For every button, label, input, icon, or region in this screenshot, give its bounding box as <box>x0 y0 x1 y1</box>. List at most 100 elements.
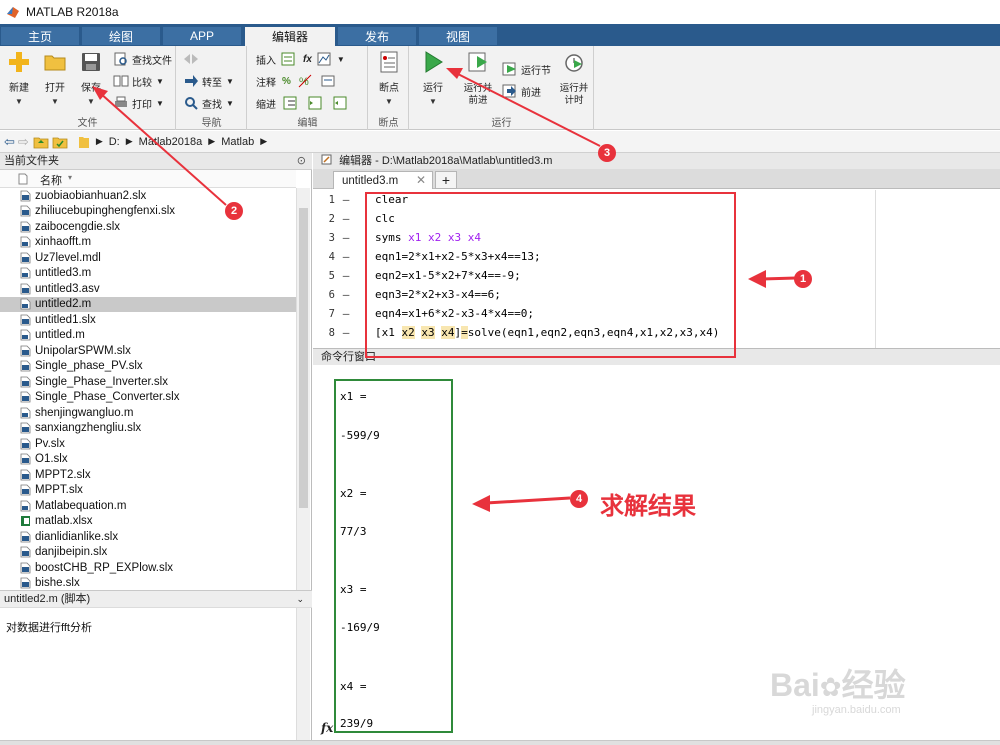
save-button[interactable]: 保存 ▼ <box>76 50 106 106</box>
panel-menu-icon[interactable]: ⊙ <box>297 153 306 170</box>
editor-tab-untitled3[interactable]: untitled3.m ✕ <box>333 171 433 189</box>
print-button[interactable]: 打印 ▼ <box>113 94 164 112</box>
file-list-item[interactable]: Single_Phase_Inverter.slx <box>0 374 296 390</box>
file-list-item[interactable]: xinhaofft.m <box>0 235 296 251</box>
goto-arrow-icon <box>185 75 198 87</box>
breakpoints-button[interactable]: 断点 ▼ <box>374 50 404 106</box>
file-slx-icon <box>20 205 31 217</box>
tab-plots[interactable]: 绘图 <box>81 26 161 46</box>
file-slx-icon <box>20 345 31 357</box>
insert-function-icon[interactable]: fx <box>303 54 312 65</box>
close-tab-icon[interactable]: ✕ <box>416 173 426 187</box>
tab-home[interactable]: 主页 <box>0 26 80 46</box>
run-play-icon <box>425 51 443 73</box>
file-name: O1.slx <box>35 453 68 466</box>
back-arrow-icon[interactable]: ⇦ <box>4 134 15 150</box>
file-list-item[interactable]: Pv.slx <box>0 436 296 452</box>
find-files-button[interactable]: 查找文件 <box>113 50 172 68</box>
file-list-item[interactable]: boostCHB_RP_EXPlow.slx <box>0 560 296 576</box>
run-button[interactable]: 运行 ▼ <box>418 50 448 106</box>
indent-button[interactable]: 缩进 <box>256 94 351 112</box>
file-list-item[interactable]: Matlabequation.m <box>0 498 296 514</box>
tab-editor[interactable]: 编辑器 <box>244 26 336 46</box>
breadcrumb-matlab2018a[interactable]: Matlab2018a <box>139 136 203 148</box>
chevron-down-icon: ▼ <box>385 97 393 106</box>
uncomment-icon[interactable]: % <box>297 73 313 89</box>
add-tab-button[interactable]: + <box>435 171 457 189</box>
file-slx-icon <box>20 438 31 450</box>
file-name: matlab.xlsx <box>35 515 93 528</box>
file-list-item[interactable]: matlab.xlsx <box>0 514 296 530</box>
scrollbar-thumb[interactable] <box>299 208 308 508</box>
percent-comment-icon[interactable]: % <box>282 76 291 87</box>
file-list-item[interactable]: untitled3.asv <box>0 281 296 297</box>
command-prompt-fx-icon[interactable]: fx <box>321 721 333 735</box>
nav-back-forward-button[interactable] <box>183 50 202 68</box>
tab-view[interactable]: 视图 <box>418 26 498 46</box>
chevron-down-icon: ▼ <box>156 76 164 86</box>
file-list-item[interactable]: untitled2.m <box>0 296 296 312</box>
file-list-item[interactable]: UnipolarSPWM.slx <box>0 343 296 359</box>
file-list-item[interactable]: untitled3.m <box>0 266 296 282</box>
file-name: Single_Phase_Inverter.slx <box>35 375 168 388</box>
annotation-badge-1: 1 <box>794 270 812 288</box>
chevron-down-icon[interactable]: ⌄ <box>296 591 304 608</box>
breakpoints-icon <box>380 51 398 73</box>
browse-folder-icon[interactable] <box>52 135 68 149</box>
goto-button[interactable]: 转至 ▼ <box>183 72 234 90</box>
wrap-comments-icon[interactable] <box>320 73 336 89</box>
file-list-item[interactable]: dianlidianlike.slx <box>0 529 296 545</box>
advance-button[interactable]: 前进 <box>502 82 541 100</box>
breadcrumb-matlab[interactable]: Matlab <box>221 136 254 148</box>
sort-chevron-icon: ▾ <box>68 173 73 182</box>
annotation-code-box <box>365 192 736 358</box>
tab-apps[interactable]: APP <box>162 26 242 46</box>
file-slx-icon <box>20 422 31 434</box>
breakpoints-group-label: 断点 <box>378 118 399 129</box>
run-and-time-button[interactable]: 运行并计时 <box>558 50 590 107</box>
new-button[interactable]: 新建 ▼ <box>4 50 34 106</box>
up-folder-icon[interactable] <box>33 135 49 149</box>
file-list-item[interactable]: MPPT2.slx <box>0 467 296 483</box>
file-list-item[interactable]: zaibocengdie.slx <box>0 219 296 235</box>
edit-group: 插入 fx ▼ 注释 % % 缩进 编辑 <box>248 46 368 130</box>
file-name: untitled3.m <box>35 267 92 280</box>
file-list-item[interactable]: sanxiangzhengliu.slx <box>0 421 296 437</box>
breadcrumb-drive[interactable]: D: <box>109 136 120 148</box>
file-name: sanxiangzhengliu.slx <box>35 422 142 435</box>
forward-arrow-icon[interactable]: ⇨ <box>18 134 29 150</box>
find-button[interactable]: 查找 ▼ <box>183 94 234 112</box>
increase-indent-icon[interactable] <box>307 95 323 111</box>
decrease-indent-icon[interactable] <box>332 95 348 111</box>
compare-button[interactable]: 比较 ▼ <box>113 72 164 90</box>
smart-indent-icon[interactable] <box>282 95 298 111</box>
name-column-header[interactable]: 名称 <box>40 172 62 188</box>
file-list-item[interactable]: zhiliucebupinghengfenxi.slx <box>0 204 296 220</box>
file-list-item[interactable]: zuobiaobianhuan2.slx <box>0 188 296 204</box>
file-slx-icon <box>20 562 31 574</box>
open-button[interactable]: 打开 ▼ <box>40 50 70 106</box>
comment-button[interactable]: 注释 % % <box>256 72 339 90</box>
file-list-item[interactable]: Single_phase_PV.slx <box>0 359 296 375</box>
file-list-item[interactable]: O1.slx <box>0 452 296 468</box>
file-list-item[interactable]: Uz7level.mdl <box>0 250 296 266</box>
run-and-advance-button[interactable]: 运行并前进 <box>460 50 496 107</box>
file-list-item[interactable]: bishe.slx <box>0 576 296 592</box>
file-list-scrollbar[interactable] <box>296 188 310 740</box>
run-section-button[interactable]: 运行节 <box>502 60 551 78</box>
insert-button[interactable]: 插入 fx ▼ <box>256 50 345 68</box>
file-list-item[interactable]: shenjingwangluo.m <box>0 405 296 421</box>
advance-icon <box>502 84 516 98</box>
chevron-down-icon: ▼ <box>226 98 234 108</box>
file-list-item[interactable]: danjibeipin.slx <box>0 545 296 561</box>
file-name: untitled2.m <box>35 298 92 311</box>
file-list-item[interactable]: Single_Phase_Converter.slx <box>0 390 296 406</box>
breadcrumb-separator: ▶ <box>260 136 268 146</box>
file-list-item[interactable]: MPPT.slx <box>0 483 296 499</box>
chevron-down-icon: ▼ <box>429 97 437 106</box>
file-list-item[interactable]: untitled1.slx <box>0 312 296 328</box>
file-m-icon <box>20 236 31 248</box>
file-list-item[interactable]: untitled.m <box>0 328 296 344</box>
insert-plot-icon[interactable] <box>316 51 332 67</box>
tab-publish[interactable]: 发布 <box>337 26 417 46</box>
